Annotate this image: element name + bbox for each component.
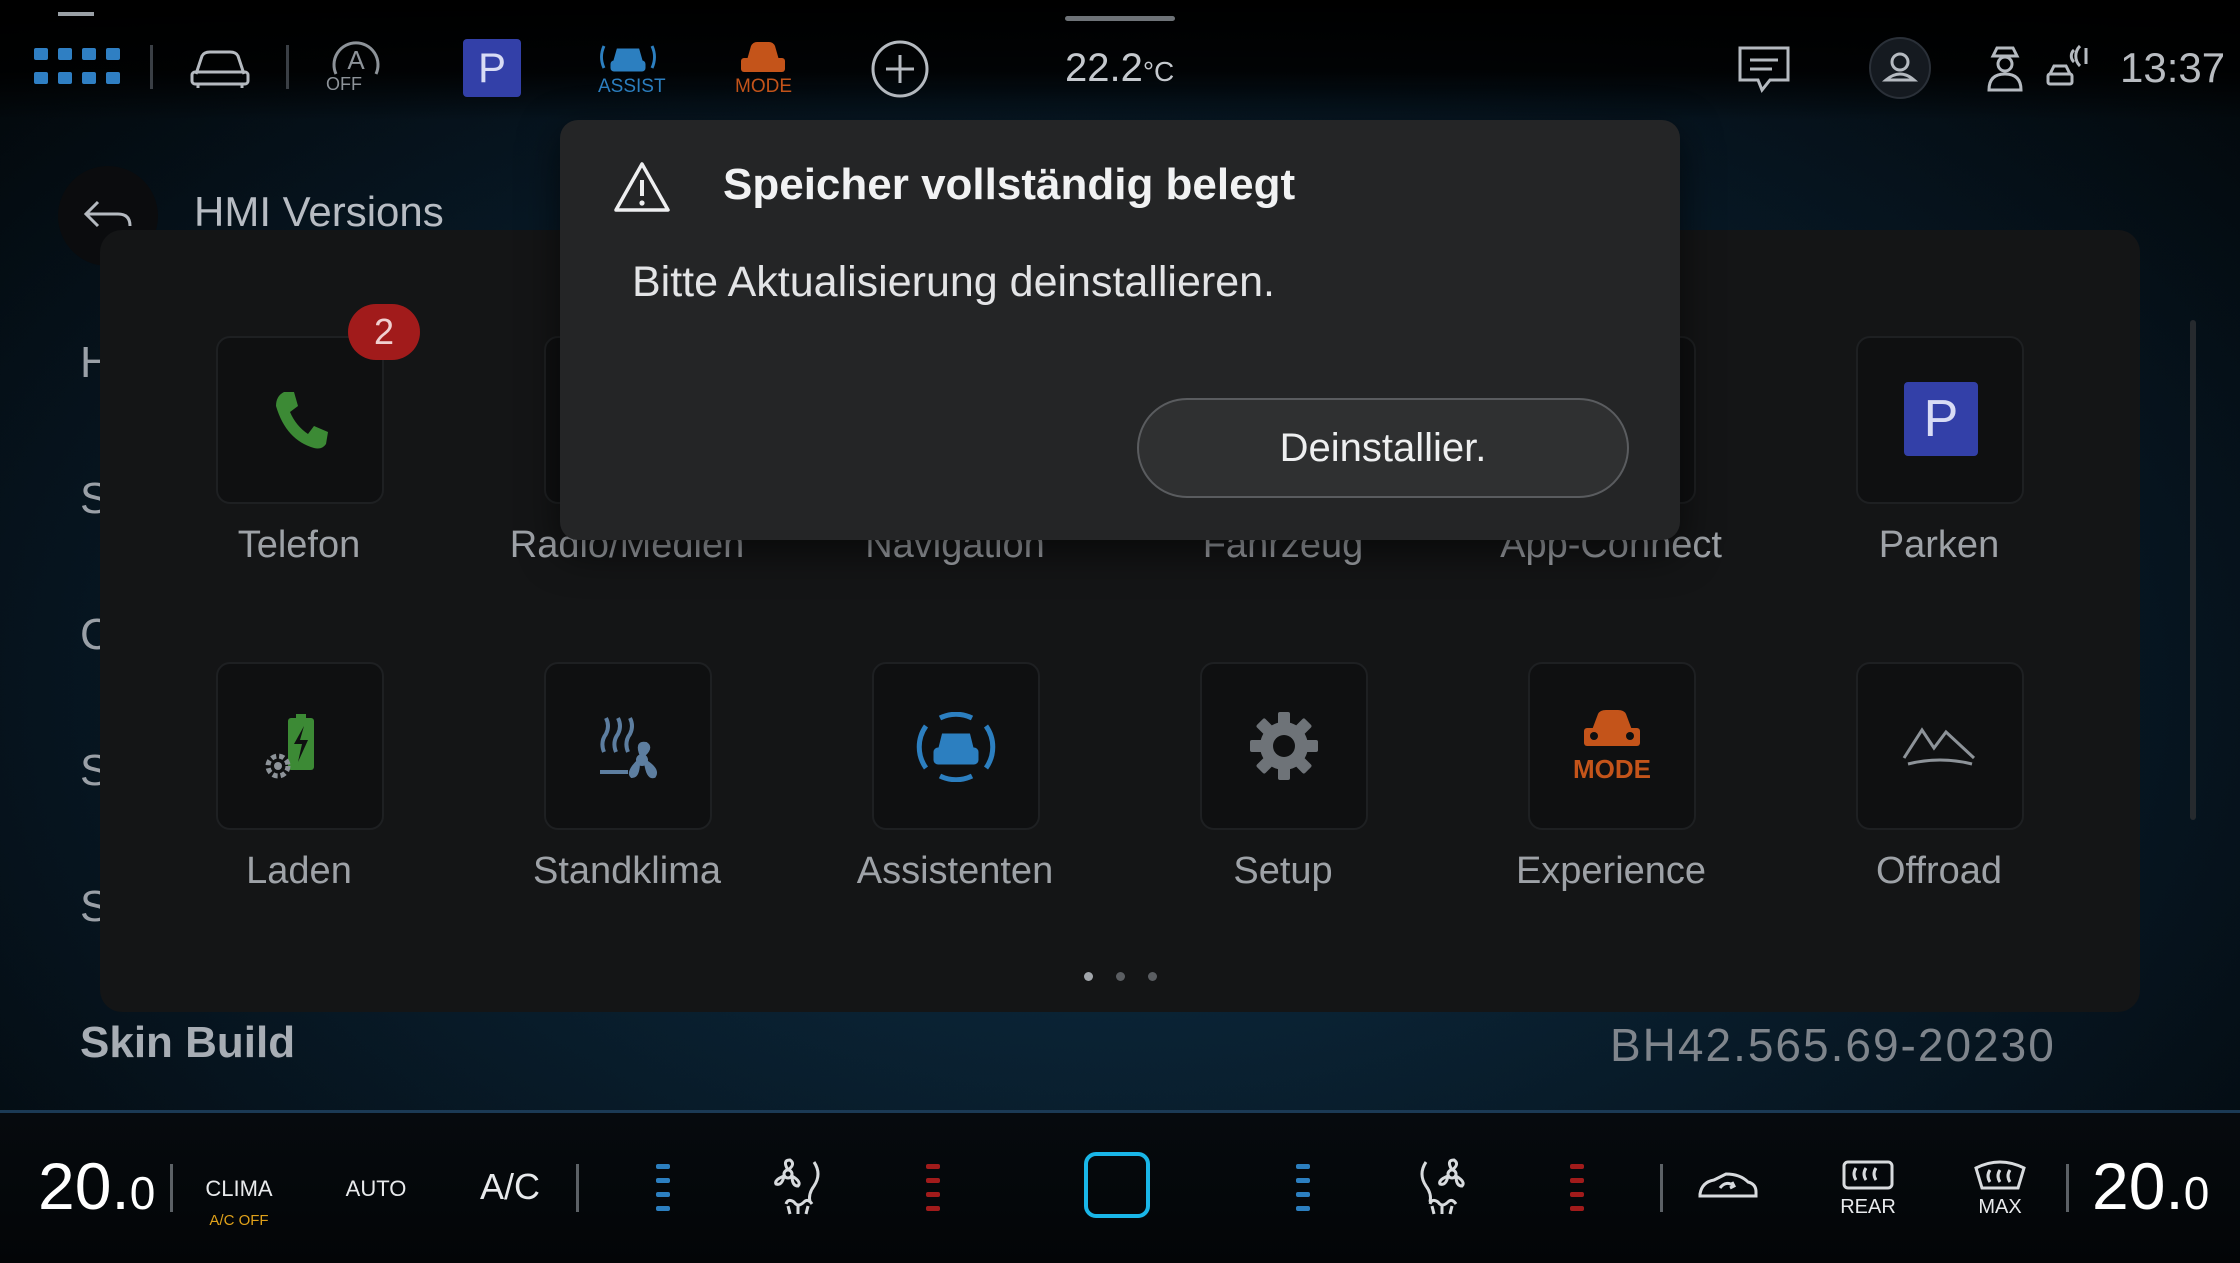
message-icon[interactable]	[1736, 44, 1792, 98]
ac-off-indicator: A/C OFF	[209, 1212, 269, 1229]
warning-icon	[614, 162, 670, 212]
app-tile-experience[interactable]: MODE	[1528, 662, 1696, 830]
outside-temperature: 22.2°C	[1065, 46, 1174, 91]
app-label: Laden	[246, 850, 352, 892]
app-tile-laden[interactable]	[216, 662, 384, 830]
right-seat-ventilation-level[interactable]	[1296, 1164, 1310, 1220]
car-icon[interactable]	[188, 44, 252, 96]
charging-icon	[265, 714, 314, 779]
app-tile-setup[interactable]	[1200, 662, 1368, 830]
ac-button[interactable]: A/C	[470, 1166, 550, 1208]
skin-build-value: BH42.565.69-20230	[1610, 1019, 2056, 1071]
divider	[286, 45, 289, 89]
divider	[170, 1164, 173, 1212]
acc-off-label: OFF	[326, 74, 362, 94]
left-temperature-value: 20.	[38, 1149, 130, 1223]
clock: 13:37	[2120, 44, 2226, 91]
pull-down-handle[interactable]	[1065, 16, 1175, 21]
divider	[576, 1164, 579, 1212]
parking-icon: P	[1904, 382, 1978, 456]
skin-build-label: Skin Build	[80, 1018, 296, 1067]
auto-button[interactable]: AUTO	[336, 1176, 416, 1202]
left-airflow-icon[interactable]	[770, 1158, 826, 1220]
app-tile-telefon[interactable]	[216, 336, 384, 504]
rear-label: REAR	[1840, 1196, 1896, 1218]
temperature-unit: °C	[1142, 56, 1175, 87]
uninstall-button[interactable]: Deinstallier.	[1137, 398, 1629, 498]
dialog-message: Bitte Aktualisierung deinstallieren.	[632, 258, 1275, 306]
assist-label: ASSIST	[598, 76, 666, 97]
divider	[150, 45, 153, 89]
app-tile-standklima[interactable]	[544, 662, 712, 830]
app-label: Telefon	[237, 524, 361, 566]
connectivity-icon[interactable]	[2044, 44, 2088, 98]
rear-defrost-button[interactable]	[1840, 1158, 1896, 1198]
phone-icon	[276, 392, 328, 449]
right-temperature[interactable]: 20.0	[2092, 1148, 2209, 1224]
status-bar: A OFF P ASSIST MODE 22.2°C 13:37	[0, 0, 2240, 120]
scrollbar[interactable]	[2190, 320, 2196, 820]
add-icon[interactable]	[870, 39, 930, 103]
dialog-title: Speicher vollständig belegt	[723, 160, 1296, 209]
acc-icon[interactable]: A OFF	[326, 38, 386, 98]
climate-icon	[600, 717, 657, 779]
app-label: Setup	[1233, 850, 1333, 892]
assist-icon	[916, 712, 996, 782]
status-indicator	[58, 12, 94, 16]
air-recirculation-icon[interactable]	[1696, 1170, 1760, 1208]
app-tile-assistenten[interactable]	[872, 662, 1040, 830]
app-label: Experience	[1515, 850, 1707, 892]
notification-badge: 2	[348, 304, 420, 360]
home-button[interactable]	[1084, 1152, 1150, 1218]
app-label: Standklima	[533, 850, 721, 892]
grid-apps-icon[interactable]	[34, 48, 122, 92]
right-airflow-icon[interactable]	[1414, 1158, 1470, 1220]
divider	[1660, 1164, 1663, 1212]
app-tile-parken[interactable]: P	[1856, 336, 2024, 504]
assist-icon[interactable]: ASSIST	[596, 38, 666, 100]
clima-button[interactable]: CLIMA	[196, 1176, 282, 1202]
mountain-icon	[1902, 727, 1976, 766]
app-label: Assistenten	[856, 850, 1054, 892]
parking-icon[interactable]: P	[463, 39, 521, 97]
outside-temperature-value: 22.2	[1065, 46, 1143, 90]
driver-icon[interactable]	[1985, 44, 2025, 98]
gear-icon	[1250, 712, 1318, 780]
max-defrost-button[interactable]	[1972, 1158, 2028, 1198]
page-indicator-dot-active[interactable]	[1084, 972, 1093, 981]
right-temperature-decimal: 0	[2183, 1167, 2210, 1219]
page-indicator-dot[interactable]	[1116, 972, 1125, 981]
divider	[2066, 1164, 2069, 1212]
app-label: Offroad	[1875, 850, 2003, 892]
right-temperature-value: 20.	[2092, 1149, 2184, 1223]
mode-icon[interactable]: MODE	[733, 38, 797, 100]
alert-dialog: Speicher vollständig belegt Bitte Aktual…	[560, 120, 1680, 540]
profile-icon[interactable]	[1868, 36, 1932, 104]
mode-icon	[1584, 710, 1640, 746]
page-title: HMI Versions	[194, 188, 444, 235]
left-temperature-decimal: 0	[129, 1167, 156, 1219]
mode-label: MODE	[1573, 754, 1651, 784]
max-label: MAX	[1978, 1196, 2022, 1218]
left-temperature[interactable]: 20.0	[38, 1148, 155, 1224]
left-seat-ventilation-level[interactable]	[656, 1164, 670, 1220]
svg-text:A: A	[347, 45, 365, 75]
app-tile-offroad[interactable]	[1856, 662, 2024, 830]
left-seat-heating-level[interactable]	[926, 1164, 940, 1220]
app-label: Parken	[1878, 524, 2000, 566]
right-seat-heating-level[interactable]	[1570, 1164, 1584, 1220]
page-indicator-dot[interactable]	[1148, 972, 1157, 981]
mode-label: MODE	[735, 76, 792, 97]
